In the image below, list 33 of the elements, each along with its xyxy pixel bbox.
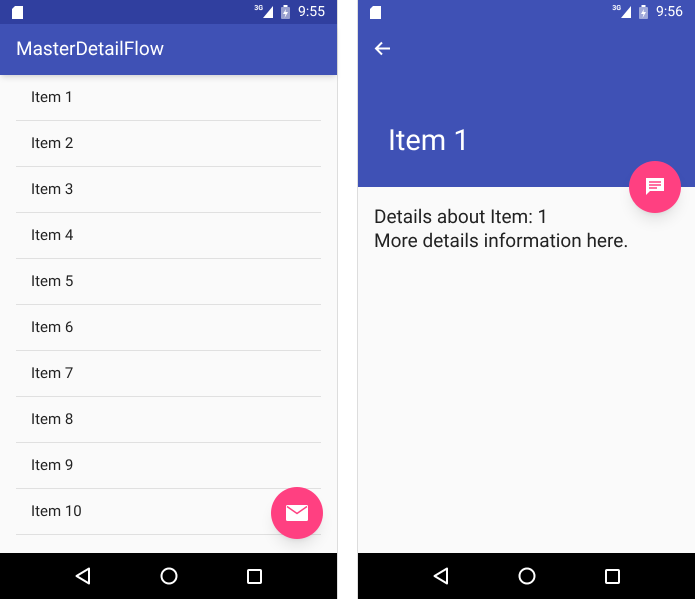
list-item[interactable]: Item 1: [31, 86, 74, 109]
detail-title: Item 1: [388, 127, 470, 156]
list-item[interactable]: Item 10: [31, 500, 82, 523]
message-fab[interactable]: [629, 161, 681, 213]
detail-text: Details about Item: 1: [374, 205, 550, 229]
signal-icon: [263, 6, 273, 18]
recents-icon[interactable]: [605, 568, 620, 584]
list-item[interactable]: Item 2: [31, 132, 74, 155]
battery-icon: [639, 5, 648, 19]
email-fab[interactable]: [271, 487, 323, 539]
battery-icon: [281, 5, 290, 19]
envelope-icon: [286, 505, 308, 521]
detail-text: More details information here.: [374, 229, 630, 253]
list-item[interactable]: Item 7: [31, 362, 74, 385]
clock: 9:55: [298, 2, 325, 22]
back-icon[interactable]: [74, 567, 91, 585]
list-item[interactable]: Item 6: [31, 316, 74, 339]
list-item[interactable]: Item 9: [31, 454, 74, 477]
list-item[interactable]: Item 8: [31, 408, 74, 431]
sd-card-icon: [370, 6, 381, 18]
clock: 9:56: [656, 2, 683, 22]
signal-icon: [621, 6, 631, 18]
home-icon[interactable]: [518, 567, 536, 585]
back-arrow-icon[interactable]: [374, 40, 391, 56]
sd-card-icon: [12, 6, 23, 18]
back-icon[interactable]: [432, 567, 449, 585]
list-item[interactable]: Item 5: [31, 270, 74, 293]
home-icon[interactable]: [160, 567, 178, 585]
message-icon: [645, 177, 665, 197]
list-item[interactable]: Item 4: [31, 224, 74, 247]
recents-icon[interactable]: [247, 568, 262, 584]
list-item[interactable]: Item 3: [31, 178, 74, 201]
toolbar-title: MasterDetailFlow: [16, 36, 164, 62]
